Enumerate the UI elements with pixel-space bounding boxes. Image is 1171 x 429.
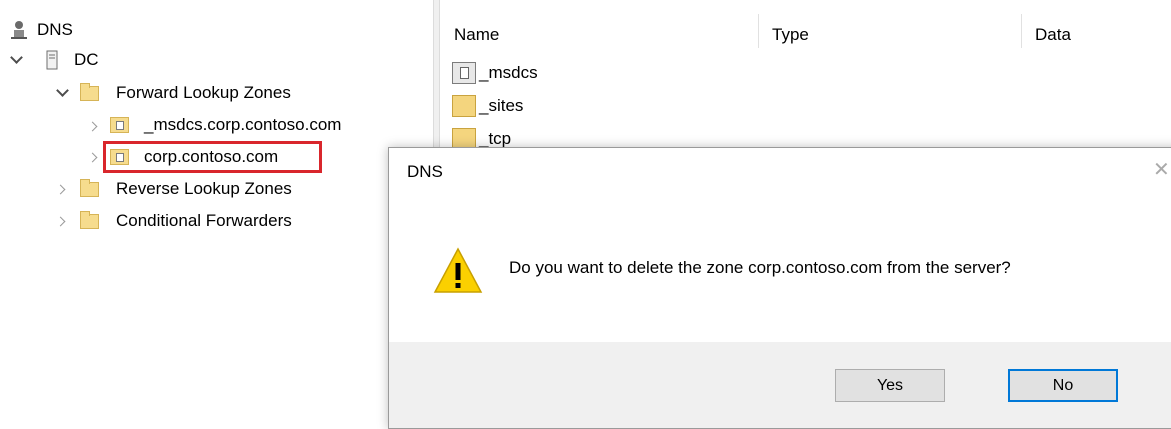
tree-node-conditional-forwarders[interactable]: Conditional Forwarders [80,208,295,234]
no-button[interactable]: No [1008,369,1118,402]
dialog-button-bar: Yes No [389,342,1171,428]
warning-icon [433,247,483,293]
folder-icon [80,82,99,101]
tree-label-conditional-forwarders: Conditional Forwarders [116,211,292,230]
dialog-message: Do you want to delete the zone corp.cont… [509,258,1011,277]
server-icon [46,50,58,70]
console-tree: DNS DC Forward Lookup Zones _msdcs.corp.… [0,0,433,410]
chevron-right-icon[interactable] [87,119,101,133]
dns-server-icon [11,21,27,39]
tree-label-forward-lookup-zones: Forward Lookup Zones [116,83,291,102]
chevron-down-icon[interactable] [9,51,23,67]
tree-label-dns: DNS [37,20,73,39]
tree-node-reverse-lookup-zones[interactable]: Reverse Lookup Zones [80,176,295,202]
tree-label-zone-corp: corp.contoso.com [144,147,279,166]
yes-button[interactable]: Yes [835,369,945,402]
tree-node-dc[interactable]: DC [45,47,102,73]
close-icon[interactable]: ✕ [1153,157,1170,182]
tree-label-zone-msdcs: _msdcs.corp.contoso.com [144,115,342,134]
tree-label-dc: DC [74,50,99,69]
chevron-right-icon[interactable] [87,150,101,164]
folder-icon [80,210,99,229]
list-item[interactable]: _sites [452,92,523,120]
zone-icon [452,62,476,84]
zone-icon [110,117,129,133]
chevron-right-icon[interactable] [55,214,69,228]
folder-icon [80,178,99,197]
folder-icon [452,95,476,117]
tree-node-zone-msdcs[interactable]: _msdcs.corp.contoso.com [110,112,344,138]
chevron-right-icon[interactable] [55,182,69,196]
tree-node-zone-corp[interactable]: corp.contoso.com [110,144,281,170]
tree-node-forward-lookup-zones[interactable]: Forward Lookup Zones [80,80,294,106]
column-header-name[interactable]: Name [440,20,758,50]
list-item-name: _sites [479,96,524,115]
tree-node-dns[interactable]: DNS [10,17,76,43]
tree-label-reverse-lookup-zones: Reverse Lookup Zones [116,179,292,198]
zone-icon [110,149,129,165]
list-item[interactable]: _msdcs [452,59,538,87]
chevron-down-icon[interactable] [55,84,69,100]
list-item-name: _msdcs [479,63,538,82]
column-header-type[interactable]: Type [758,20,1021,50]
column-header-data[interactable]: Data [1021,20,1171,50]
confirm-delete-dialog: DNS ✕ Do you want to delete the zone cor… [388,147,1171,429]
dialog-title: DNS [407,162,443,181]
list-item-name: _tcp [479,129,512,148]
